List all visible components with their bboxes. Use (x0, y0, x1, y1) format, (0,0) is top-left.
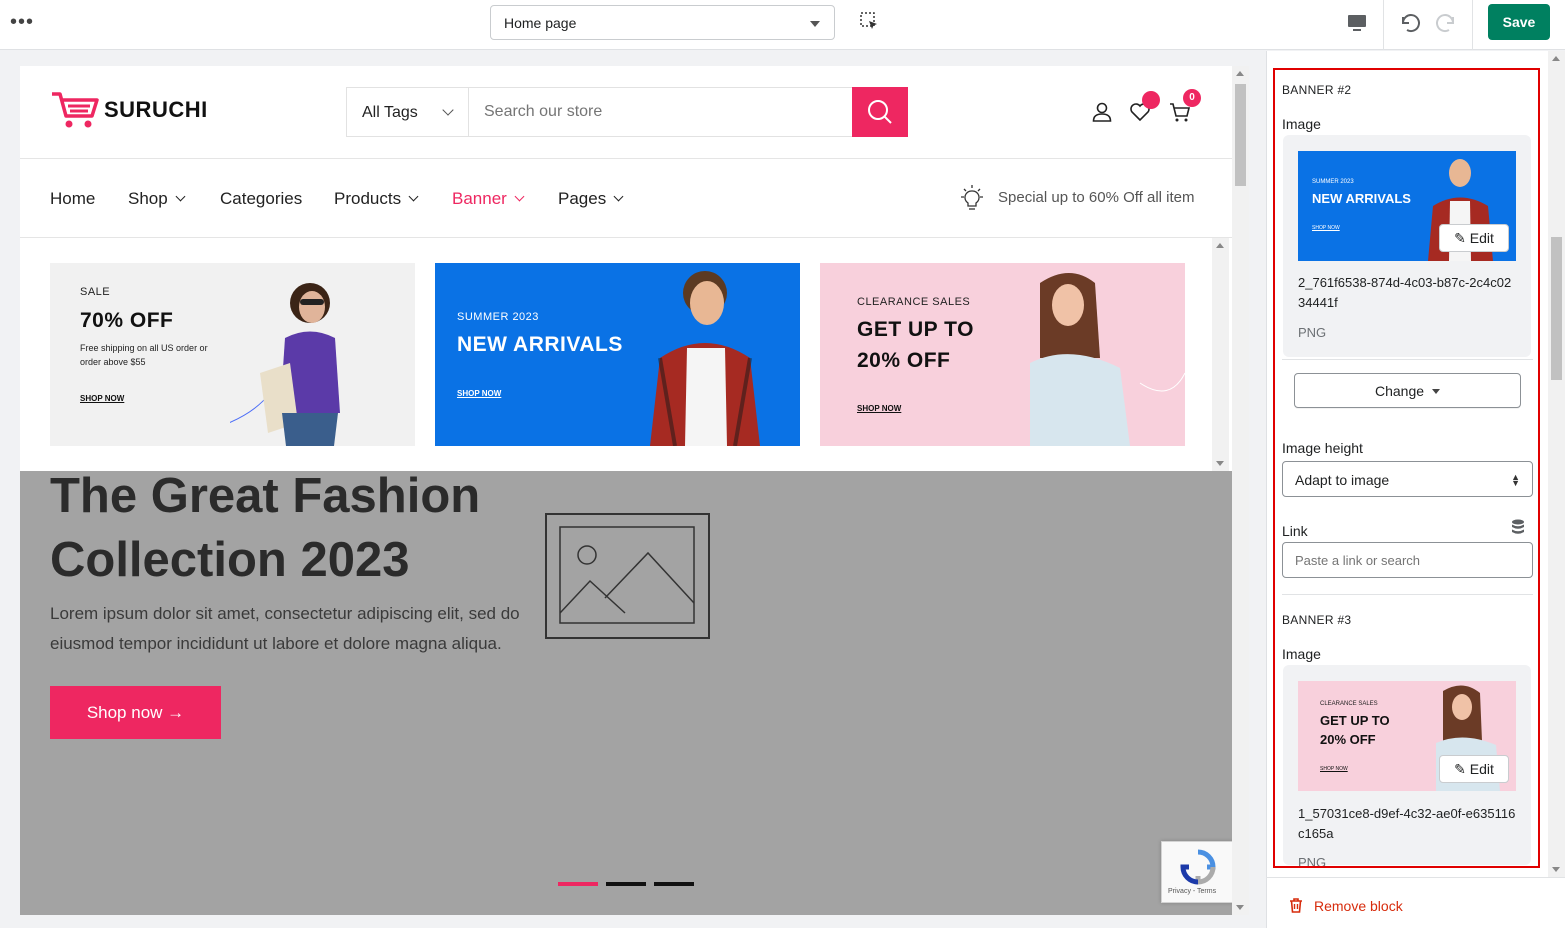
wishlist-badge (1142, 91, 1160, 109)
hero-title-line-2: Collection 2023 (50, 533, 410, 587)
main-nav: Home Shop Categories Products Banner Pag… (20, 159, 1232, 238)
logo-text[interactable]: SURUCHI (104, 97, 208, 123)
inspector-icon[interactable] (860, 12, 880, 32)
slide-indicator-active[interactable] (558, 882, 598, 886)
banner-3-shop-link[interactable]: SHOP NOW (857, 404, 901, 413)
cart-logo-icon (52, 92, 99, 128)
nav-pages-label: Pages (558, 189, 607, 208)
recaptcha-terms[interactable]: Privacy - Terms (1168, 888, 1216, 895)
cart-count-badge: 0 (1183, 89, 1201, 107)
chevron-down-icon (442, 104, 454, 116)
banner-section: SALE 70% OFF Free shipping on all US ord… (20, 238, 1232, 471)
arrow-right-icon: → (167, 702, 185, 722)
site-header: SURUCHI All Tags Search our store 0 (20, 66, 1232, 159)
banner-1-description: Free shipping on all US order or order a… (80, 343, 208, 367)
banner-3-heading-2: 20% OFF (857, 349, 951, 372)
chevron-down-icon (408, 191, 419, 202)
scrollbar-thumb[interactable] (1551, 237, 1562, 380)
preview-scrollbar[interactable] (1232, 66, 1249, 915)
nav-categories-label: Categories (220, 189, 303, 208)
hero-title-line-1: The Great Fashion (50, 469, 481, 523)
scroll-down-arrow-icon[interactable] (1552, 867, 1560, 872)
chevron-down-icon (514, 191, 525, 202)
chevron-down-icon (613, 191, 624, 202)
scrollbar-thumb[interactable] (1235, 84, 1246, 186)
nav-products-label: Products (334, 189, 402, 208)
chevron-down-icon (175, 191, 186, 202)
scroll-down-arrow-icon[interactable] (1216, 461, 1224, 466)
banner-card-1[interactable]: SALE 70% OFF Free shipping on all US ord… (50, 263, 415, 446)
more-options-icon[interactable]: ••• (10, 12, 34, 32)
banner-2-heading: NEW ARRIVALS (457, 333, 623, 356)
nav-products[interactable]: Products (334, 189, 419, 209)
divider (1472, 0, 1473, 50)
nav-home[interactable]: Home (50, 189, 95, 209)
banner-3-eyebrow: CLEARANCE SALES (857, 296, 971, 308)
selection-highlight (1273, 68, 1540, 868)
slide-indicator[interactable] (606, 882, 646, 886)
user-icon[interactable] (1090, 100, 1114, 124)
remove-block-label: Remove block (1314, 898, 1403, 914)
scroll-down-arrow-icon[interactable] (1236, 905, 1244, 910)
editor-topbar: ••• Home page Save (0, 0, 1565, 50)
banner-card-2[interactable]: SUMMER 2023 NEW ARRIVALS SHOP NOW (435, 263, 800, 446)
desktop-view-icon[interactable] (1346, 12, 1368, 34)
redo-icon[interactable] (1434, 11, 1458, 35)
banner-1-shop-link[interactable]: SHOP NOW (80, 394, 124, 403)
undo-icon[interactable] (1398, 11, 1422, 35)
search-bar: All Tags (346, 87, 908, 137)
nav-pages[interactable]: Pages (558, 189, 624, 209)
hero-description: Lorem ipsum dolor sit amet, consectetur … (50, 604, 520, 653)
banner-model-image (650, 271, 760, 446)
recaptcha-badge[interactable]: Privacy - Terms (1161, 841, 1232, 903)
nav-shop-label: Shop (128, 189, 168, 208)
banner-model-image (230, 283, 340, 446)
recaptcha-icon (1180, 849, 1216, 885)
nav-shop[interactable]: Shop (128, 189, 186, 209)
shop-now-label: Shop now (86, 702, 163, 722)
search-button[interactable] (852, 87, 908, 137)
tags-dropdown[interactable]: All Tags (347, 88, 469, 136)
divider (1383, 0, 1384, 50)
banner-3-heading-1: GET UP TO (857, 318, 974, 341)
nav-categories[interactable]: Categories (220, 189, 302, 209)
save-button[interactable]: Save (1488, 4, 1550, 40)
divider (1266, 877, 1565, 878)
scroll-up-arrow-icon[interactable] (1236, 71, 1244, 76)
search-icon (868, 100, 892, 124)
banner-card-3[interactable]: CLEARANCE SALES GET UP TO 20% OFF SHOP N… (820, 263, 1185, 446)
hero-title: The Great Fashion Collection 2023 (50, 464, 480, 592)
scroll-up-arrow-icon[interactable] (1552, 56, 1560, 61)
banner-scrollbar[interactable] (1212, 238, 1229, 471)
tags-dropdown-label: All Tags (362, 104, 418, 121)
banner-model-image (1030, 273, 1185, 446)
banner-1-eyebrow: SALE (80, 286, 111, 298)
promo-text: Special up to 60% Off all item (998, 189, 1195, 206)
search-input[interactable] (484, 103, 844, 121)
caret-down-icon (810, 21, 820, 27)
banner-1-heading: 70% OFF (80, 309, 174, 332)
shop-now-button[interactable]: Shop now → (50, 686, 221, 739)
nav-home-label: Home (50, 189, 96, 208)
lightbulb-icon (961, 185, 983, 210)
banner-2-eyebrow: SUMMER 2023 (457, 311, 539, 323)
nav-banner[interactable]: Banner (452, 189, 525, 209)
nav-banner-label: Banner (452, 189, 507, 208)
panel-scrollbar[interactable] (1548, 51, 1565, 877)
page-selector[interactable]: Home page (490, 5, 835, 40)
banner-2-shop-link[interactable]: SHOP NOW (457, 389, 501, 398)
trash-icon (1290, 898, 1302, 913)
scroll-up-arrow-icon[interactable] (1216, 243, 1224, 248)
slide-indicator[interactable] (654, 882, 694, 886)
page-selector-value: Home page (504, 15, 577, 31)
store-preview: SURUCHI All Tags Search our store 0 Home… (20, 66, 1232, 915)
image-placeholder-icon (545, 513, 710, 639)
